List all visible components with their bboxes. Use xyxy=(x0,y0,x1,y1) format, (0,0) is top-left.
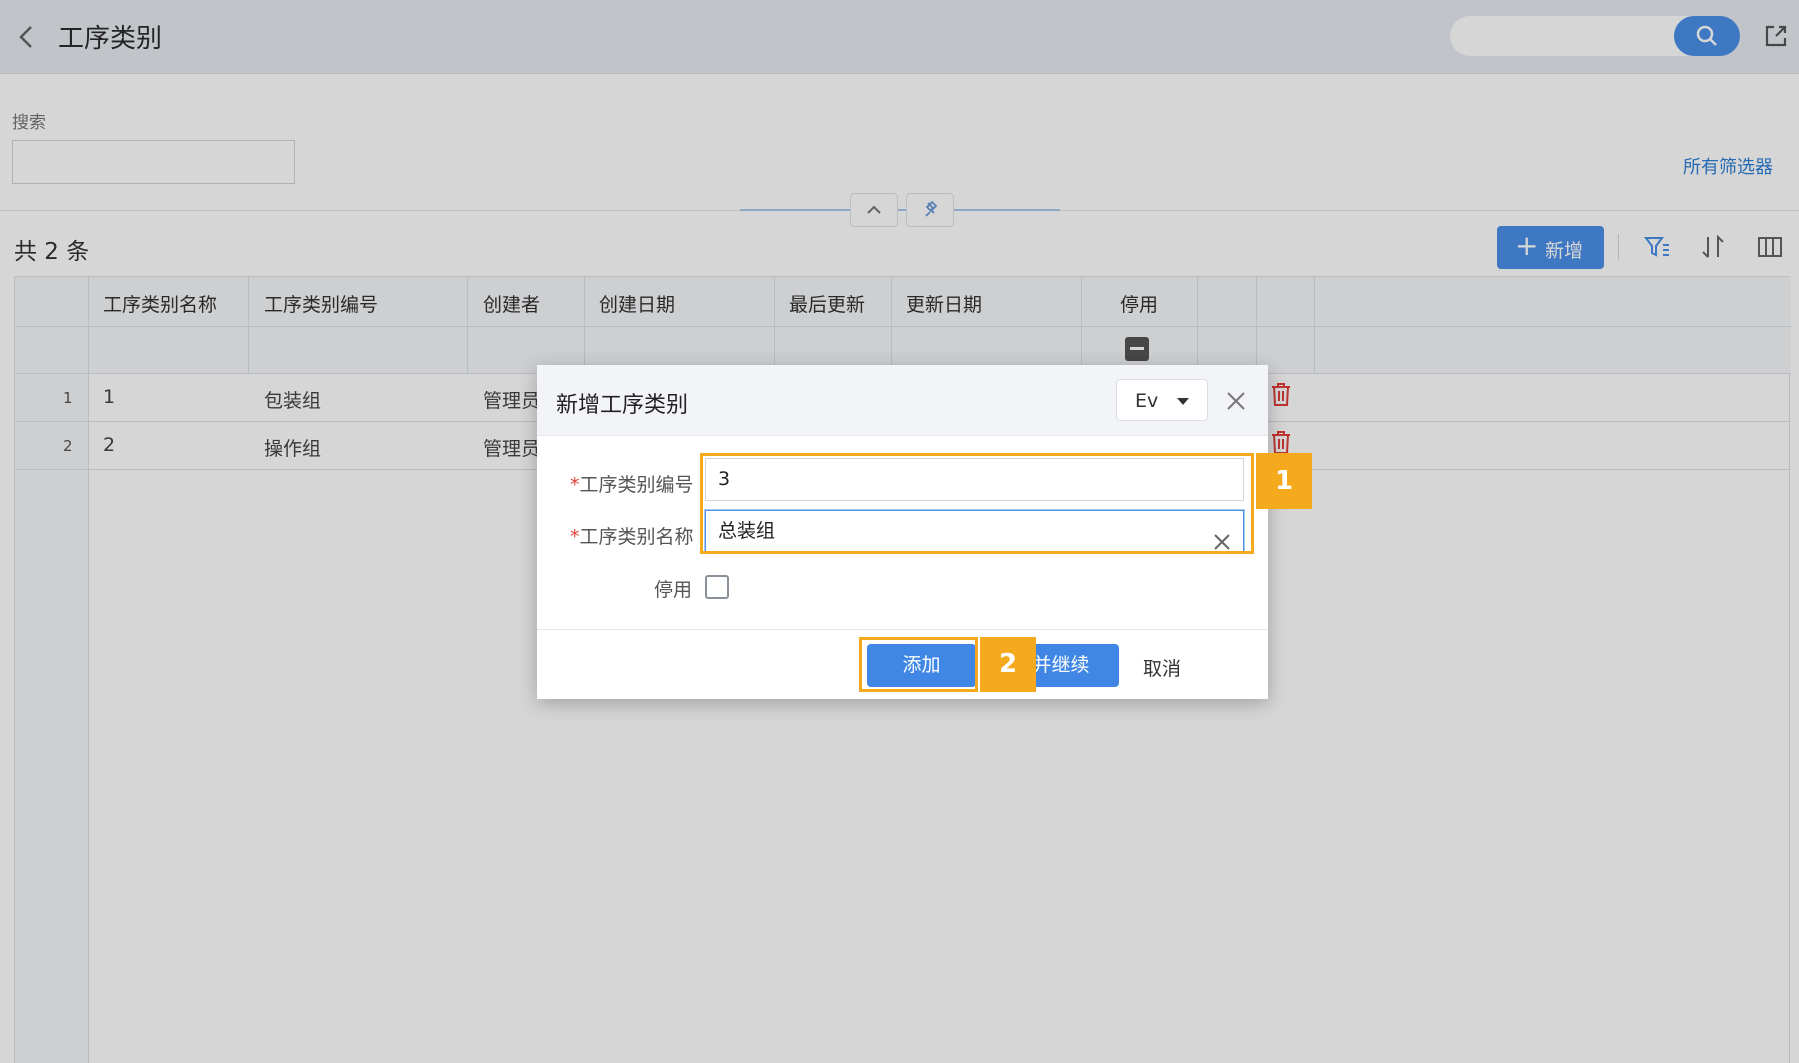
callout-highlight-add xyxy=(859,637,978,692)
dialog-title: 新增工序类别 xyxy=(556,393,689,418)
caret-down-icon xyxy=(1177,398,1189,405)
callout-badge-2: 2 xyxy=(980,637,1036,692)
cancel-button[interactable]: 取消 xyxy=(1143,654,1181,681)
code-label-text: 工序类别编号 xyxy=(579,474,694,496)
dialog-footer-divider xyxy=(537,629,1268,630)
disabled-field-label: 停用 xyxy=(654,579,693,601)
close-icon[interactable] xyxy=(1223,388,1249,414)
callout-highlight-fields xyxy=(700,453,1254,554)
required-mark: * xyxy=(570,526,580,548)
required-mark: * xyxy=(570,474,580,496)
code-field-label: *工序类别编号 xyxy=(570,470,694,497)
name-label-text: 工序类别名称 xyxy=(579,526,694,548)
dialog-header: 新增工序类别 Ev xyxy=(537,365,1268,436)
language-value: Ev xyxy=(1135,390,1159,412)
callout-badge-1: 1 xyxy=(1256,453,1312,509)
name-field-label: *工序类别名称 xyxy=(570,522,694,549)
disabled-checkbox[interactable] xyxy=(705,575,729,599)
language-select[interactable]: Ev xyxy=(1116,379,1208,421)
